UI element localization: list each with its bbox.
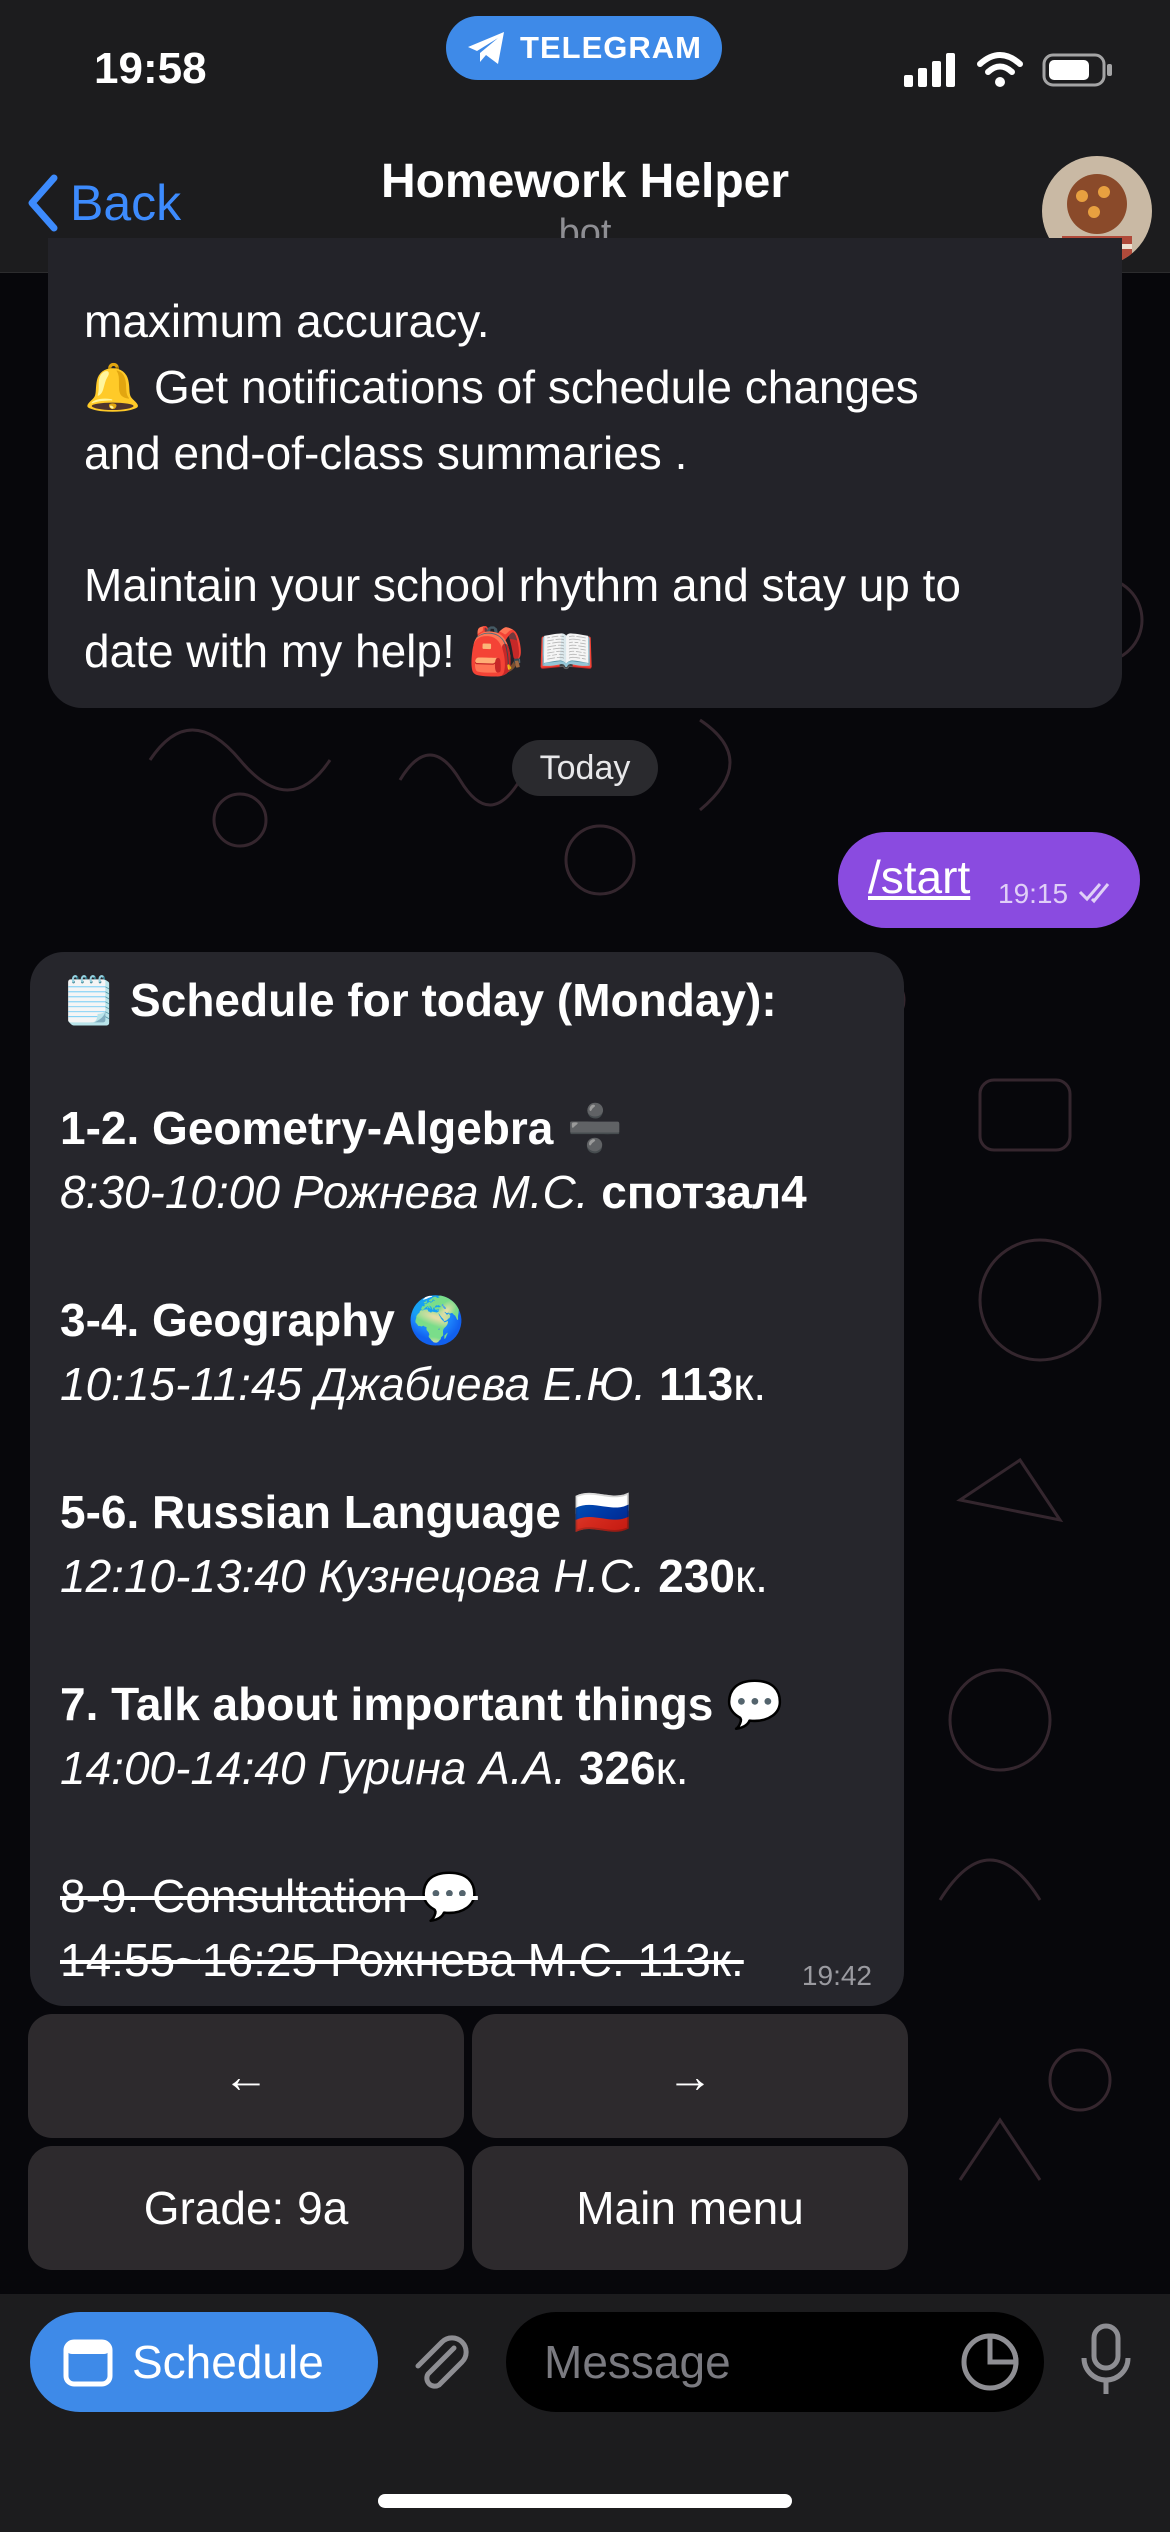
message-time: 19:42 (801, 1960, 872, 1991)
telegram-pill[interactable]: TELEGRAM (446, 16, 722, 80)
next-day-button[interactable]: → (472, 2014, 908, 2138)
calendar-icon (63, 2339, 113, 2387)
main-menu-button[interactable]: Main menu (472, 2146, 908, 2270)
telegram-pill-label: TELEGRAM (520, 30, 702, 65)
lesson-title: 3-4. Geography 🌍 (60, 1294, 465, 1346)
date-separator: Today (512, 740, 658, 796)
sticker-icon[interactable] (958, 2330, 1022, 2394)
intro-line (84, 486, 1104, 552)
outgoing-command-link[interactable]: /start (868, 850, 970, 904)
previous-day-button[interactable]: ← (28, 2014, 464, 2138)
message-time: 19:15 (998, 878, 1069, 909)
lesson-title: 5-6. Russian Language 🇷🇺 (60, 1486, 632, 1538)
intro-message-text: maximum accuracy. 🔔 Get notifications of… (84, 288, 1104, 684)
paperclip-icon[interactable] (404, 2328, 474, 2398)
lesson-title: 7. Talk about important things 💬 (60, 1678, 784, 1730)
schedule-message-bubble: 🗒️ Schedule for today (Monday): 1-2. Geo… (30, 952, 904, 2006)
lesson-detail: 14:00-14:40 Гурина А.А. 326к. (60, 1742, 689, 1794)
lesson-detail: 10:15-11:45 Джабиева Е.Ю. 113к. (60, 1358, 767, 1410)
lesson-detail: 12:10-13:40 Кузнецова Н.С. 230к. (60, 1550, 768, 1602)
intro-message-bubble: maximum accuracy. 🔔 Get notifications of… (48, 238, 1122, 708)
cancelled-lesson-title: 8-9. Consultation 💬 (60, 1870, 478, 1922)
grade-button[interactable]: Grade: 9a (28, 2146, 464, 2270)
telegram-icon (468, 32, 505, 64)
microphone-icon[interactable] (1076, 2322, 1136, 2402)
schedule-menu-button[interactable]: Schedule (30, 2312, 378, 2412)
lesson-title: 1-2. Geometry-Algebra ➗ (60, 1102, 624, 1154)
intro-line: maximum accuracy. (84, 295, 490, 347)
status-icons (904, 52, 1114, 88)
status-bar: 19:58 TELEGRAM (0, 0, 1170, 150)
double-check-icon (1078, 883, 1110, 904)
intro-line: and end-of-class summaries . (84, 427, 688, 479)
chat-title[interactable]: Homework Helper (0, 154, 1170, 209)
intro-line: 🔔 Get notifications of schedule changes (84, 361, 919, 413)
intro-line: date with my help! 🎒 📖 (84, 625, 595, 677)
signal-icon (904, 53, 955, 87)
cancelled-lesson-detail: 14:55~16:25 Рожнева М.С. 113к. (60, 1934, 744, 1986)
intro-line: Maintain your school rhythm and stay up … (84, 559, 962, 611)
wifi-icon (977, 52, 1023, 87)
schedule-message-text: 🗒️ Schedule for today (Monday): 1-2. Geo… (60, 968, 890, 1992)
outgoing-message[interactable]: /start 19:15 (838, 832, 1140, 928)
battery-icon (1042, 53, 1112, 87)
home-indicator[interactable] (378, 2494, 792, 2508)
lesson-detail: 8:30-10:00 Рожнева М.С. спотзал4 (60, 1166, 807, 1218)
status-time: 19:58 (94, 44, 207, 93)
schedule-heading: 🗒️ Schedule for today (Monday): (60, 974, 777, 1026)
schedule-menu-label: Schedule (132, 2336, 324, 2388)
